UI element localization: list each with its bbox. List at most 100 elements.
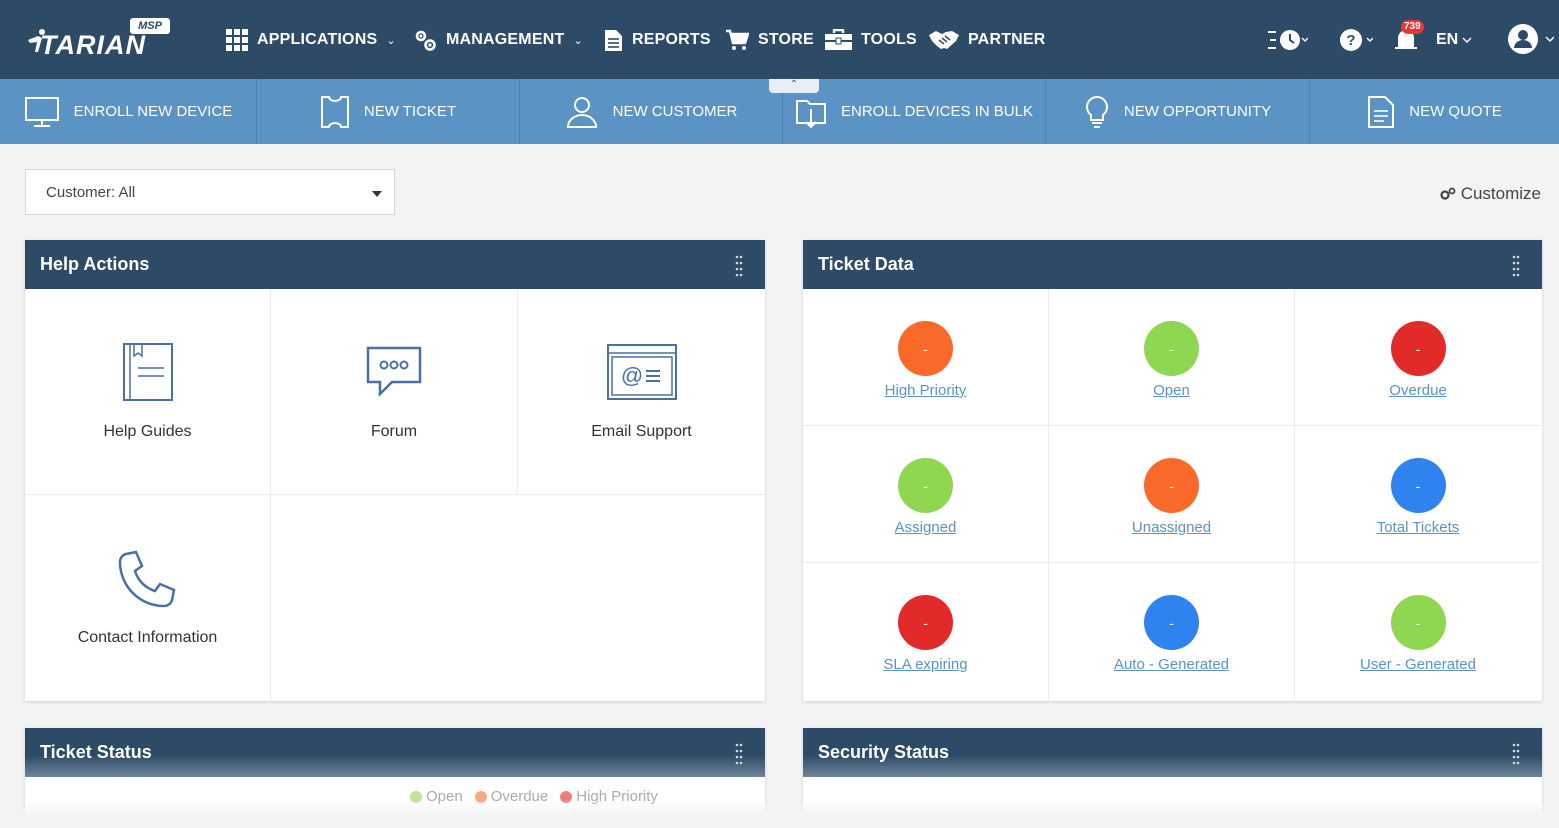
nav-management[interactable]: MANAGEMENT ⌄	[414, 27, 583, 53]
collapse-quickbar-toggle[interactable]: ⌃	[769, 79, 819, 93]
customer-filter-value: Customer: All	[46, 183, 136, 201]
svg-text:?: ?	[1346, 32, 1355, 49]
new-opportunity-button[interactable]: NEW OPPORTUNITY	[1046, 79, 1310, 144]
monitor-icon	[24, 96, 60, 128]
panel-title: Security Status	[818, 742, 950, 762]
notification-count-badge: 739	[1401, 20, 1424, 34]
new-ticket-button[interactable]: NEW TICKET	[257, 79, 520, 144]
new-customer-button[interactable]: NEW CUSTOMER	[520, 79, 783, 144]
enroll-new-device-label: ENROLL NEW DEVICE	[73, 103, 233, 120]
nav-tools[interactable]: TOOLS	[825, 27, 917, 53]
language-label: EN	[1436, 31, 1459, 48]
stat-link[interactable]: Auto - Generated	[1114, 656, 1229, 673]
chevron-down-icon: ⌄	[386, 34, 396, 47]
language-selector[interactable]: EN	[1436, 24, 1473, 56]
cart-icon	[726, 29, 749, 51]
avatar-icon	[1508, 24, 1554, 54]
help-menu[interactable]: ?	[1339, 24, 1373, 56]
toolbox-icon	[825, 29, 852, 51]
help-guides-label: Help Guides	[103, 423, 192, 440]
contact-information-tile[interactable]: Contact Information	[25, 495, 271, 701]
customize-label: Customize	[1460, 184, 1541, 203]
ticket-data-grid: - High Priority - Open - Overdue - Assig…	[803, 289, 1543, 701]
nav-management-label: MANAGEMENT	[446, 31, 565, 48]
stat-link[interactable]: High Priority	[885, 382, 967, 399]
help-guides-tile[interactable]: Help Guides	[25, 289, 271, 495]
ticket-data-header: Ticket Data	[803, 240, 1542, 289]
stat-link[interactable]: Unassigned	[1132, 519, 1211, 536]
enroll-new-device-button[interactable]: ENROLL NEW DEVICE	[0, 79, 257, 144]
enroll-devices-in-bulk-button[interactable]: ENROLL DEVICES IN BULK	[783, 79, 1046, 144]
stat-circle[interactable]: -	[898, 595, 953, 650]
stat-circle[interactable]: -	[1144, 458, 1199, 513]
stat-link[interactable]: Open	[1153, 382, 1190, 399]
ticket-stat-auto-generated: - Auto - Generated	[1049, 563, 1295, 700]
panel-title: Ticket Status	[40, 742, 152, 762]
svg-text:@: @	[620, 363, 642, 388]
stat-circle[interactable]: -	[1144, 321, 1199, 376]
recent-activity-menu[interactable]	[1266, 24, 1308, 56]
email-icon: @	[606, 337, 678, 407]
help-actions-panel: Help Actions Help Guides Forum @ Email S…	[25, 240, 765, 701]
ticket-stat-assigned: - Assigned	[803, 426, 1049, 563]
customer-filter-dropdown[interactable]: Customer: All	[25, 169, 395, 215]
forum-tile[interactable]: Forum	[271, 289, 518, 495]
new-quote-button[interactable]: NEW QUOTE	[1310, 79, 1559, 144]
gears-icon	[1440, 187, 1456, 201]
ticket-stat-high-priority: - High Priority	[803, 289, 1049, 426]
contact-information-label: Contact Information	[77, 629, 218, 646]
nav-partner[interactable]: PARTNER	[929, 27, 1046, 53]
stat-link[interactable]: SLA expiring	[883, 656, 967, 673]
stat-link[interactable]: Total Tickets	[1377, 519, 1460, 536]
logo-brand-text: TARIAN	[40, 30, 146, 60]
stat-link[interactable]: Overdue	[1389, 382, 1447, 399]
nav-store[interactable]: STORE	[726, 27, 814, 53]
ticket-stat-overdue: - Overdue	[1295, 289, 1541, 426]
user-icon	[565, 95, 599, 129]
gears-icon	[414, 29, 437, 52]
dashboard-content: Customer: All Customize Help Actions Hel…	[0, 144, 1559, 828]
nav-store-label: STORE	[758, 31, 814, 48]
bulk-enroll-icon	[795, 95, 827, 129]
ticket-stat-unassigned: - Unassigned	[1049, 426, 1295, 563]
notifications-button[interactable]: 739	[1393, 20, 1424, 56]
drag-handle-icon[interactable]	[735, 255, 743, 277]
drag-handle-icon[interactable]	[1512, 255, 1520, 277]
email-support-tile[interactable]: @ Email Support	[518, 289, 765, 495]
forum-label: Forum	[370, 423, 418, 440]
bottom-fade-overlay	[0, 800, 1559, 828]
new-opportunity-label: NEW OPPORTUNITY	[1123, 103, 1272, 120]
stat-circle[interactable]: -	[1390, 458, 1446, 513]
phone-icon	[118, 543, 178, 613]
stat-circle[interactable]: -	[1390, 595, 1446, 650]
ticket-stat-user-generated: - User - Generated	[1295, 563, 1541, 700]
stat-circle[interactable]: -	[898, 321, 953, 376]
stat-link[interactable]: Assigned	[895, 519, 957, 536]
nav-reports[interactable]: REPORTS	[604, 27, 711, 53]
chevron-down-icon	[1462, 37, 1472, 43]
drag-handle-icon[interactable]	[735, 743, 743, 765]
email-support-label: Email Support	[591, 423, 692, 440]
stat-circle[interactable]: -	[1390, 321, 1446, 376]
new-customer-label: NEW CUSTOMER	[612, 103, 738, 120]
recent-list-clock-icon	[1268, 30, 1308, 50]
nav-applications-label: APPLICATIONS	[257, 31, 378, 48]
forum-icon	[362, 337, 426, 407]
ticket-stat-sla-expiring: - SLA expiring	[803, 563, 1049, 700]
report-document-icon	[604, 29, 623, 52]
drag-handle-icon[interactable]	[1512, 743, 1520, 765]
new-quote-label: NEW QUOTE	[1409, 103, 1502, 120]
lightbulb-icon	[1084, 95, 1110, 129]
stat-link[interactable]: User - Generated	[1360, 656, 1476, 673]
nav-applications[interactable]: APPLICATIONS ⌄	[226, 27, 396, 53]
handshake-icon	[929, 29, 959, 51]
security-status-header: Security Status	[803, 728, 1542, 777]
itarian-logo[interactable]: TARIAN MSP	[26, 18, 171, 60]
enroll-devices-in-bulk-label: ENROLL DEVICES IN BULK	[840, 103, 1033, 120]
stat-circle[interactable]: -	[1144, 595, 1199, 650]
top-navigation-bar: TARIAN MSP APPLICATIONS ⌄ MANAGEMENT ⌄ R…	[0, 0, 1559, 79]
stat-circle[interactable]: -	[898, 458, 953, 513]
customize-button[interactable]: Customize	[1440, 184, 1541, 204]
user-account-menu[interactable]	[1508, 24, 1554, 56]
new-ticket-label: NEW TICKET	[363, 103, 457, 120]
